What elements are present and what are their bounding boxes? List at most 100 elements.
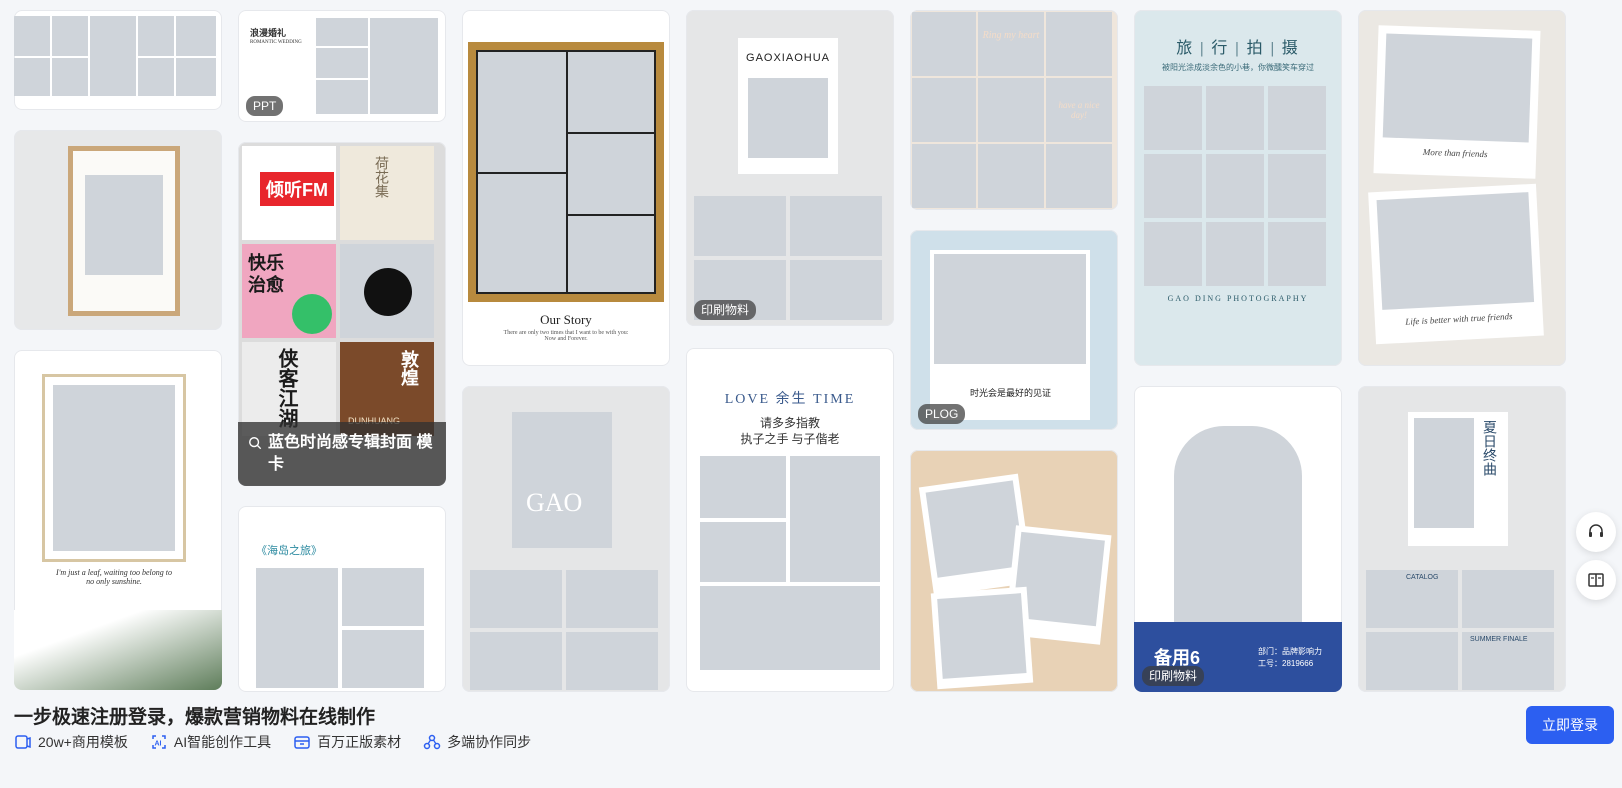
- thumbnail-image: [342, 568, 424, 626]
- grid-photo: [912, 12, 976, 76]
- dunhuang-title: 敦煌: [399, 350, 419, 386]
- polaroid-photo: [1376, 192, 1535, 310]
- model-photo: [1174, 426, 1302, 626]
- grid-photo: [1268, 222, 1326, 286]
- login-button[interactable]: 立即登录: [1526, 706, 1614, 744]
- wedding-photo: [790, 456, 880, 582]
- template-card-wedding-ppt[interactable]: 浪漫婚礼 ROMANTIC WEDDING PPT: [238, 10, 446, 122]
- picture-frame: [42, 374, 186, 562]
- template-card-ring-my-heart[interactable]: Ring my heart have a nice day!: [910, 10, 1118, 210]
- template-icon: [15, 735, 31, 749]
- magazine-cover: GAO: [512, 412, 612, 548]
- vinyl-record: [364, 268, 412, 316]
- thumbnail-image: [90, 16, 136, 96]
- template-card-gaoxiaohua[interactable]: GAOXIAOHUA 印刷物料: [686, 10, 894, 326]
- instagram-frame: 时光会是最好的见证: [930, 250, 1090, 420]
- gaoxiaohua-title: GAOXIAOHUA: [746, 52, 830, 64]
- search-icon: [249, 437, 262, 450]
- grid-text-tile: [978, 144, 1044, 208]
- template-card-island-trip[interactable]: 《海岛之旅》: [238, 506, 446, 692]
- love-time-title: LOVE 余生 TIME: [724, 392, 856, 407]
- grid-photo: [1268, 86, 1326, 150]
- feature-list: 20w+商用模板 AI AI智能创作工具 百万正版素材 多端协作同步: [14, 732, 531, 752]
- thumbnail-image: [52, 58, 88, 96]
- our-story-title: Our Story: [540, 312, 592, 327]
- magazine-page: SUMMER FINALE: [1462, 632, 1554, 690]
- guide-button[interactable]: [1576, 560, 1616, 600]
- leaf-quote: I'm just a leaf, waiting too belong to n…: [56, 568, 172, 586]
- nice-day-text: have a nice day!: [1058, 100, 1100, 120]
- fm-logo: 倾听FM: [260, 172, 334, 206]
- magazine-page: [470, 632, 562, 690]
- frame-photo: [53, 385, 175, 551]
- thumbnail-image: [316, 18, 368, 46]
- template-card-fashion-grid[interactable]: [14, 10, 222, 110]
- book-page: [790, 260, 882, 320]
- ai-icon: AI: [152, 735, 166, 749]
- template-card-frame-mockup[interactable]: [14, 130, 222, 330]
- grid-photo: [1206, 154, 1264, 218]
- book-cover: GAOXIAOHUA: [738, 38, 838, 174]
- polaroid-photo: [937, 593, 1027, 679]
- book-page: [694, 196, 786, 256]
- register-promo-bar: 一步极速注册登录，爆款营销物料在线制作 20w+商用模板 AI AI智能创作工具…: [0, 698, 1622, 788]
- wedding-subtitle: ROMANTIC WEDDING: [250, 40, 302, 45]
- template-card-travel[interactable]: 旅 | 行 | 拍 | 摄 被阳光涂成淡余色的小巷，你微醺笑车穿过 GAO DI…: [1134, 10, 1342, 366]
- template-card-friends[interactable]: More than friends Life is better with tr…: [1358, 10, 1566, 366]
- svg-text:AI: AI: [154, 741, 161, 748]
- grid-photo: [1046, 144, 1112, 208]
- picture-frame: [68, 146, 180, 316]
- plog-photo: [934, 254, 1086, 364]
- app: I'm just a leaf, waiting too belong to n…: [0, 0, 1622, 788]
- happy-title: 快乐治愈: [248, 253, 284, 295]
- polaroid-photo: [925, 480, 1025, 578]
- template-card-album-covers[interactable]: 倾听FM 荷花集 快乐治愈 侠客江湖 敦煌 DUNHUANG 蓝色时尚感专辑封面…: [238, 142, 446, 486]
- template-card-our-story[interactable]: Our Story There are only two times that …: [462, 10, 670, 366]
- frame-photo: [568, 52, 654, 132]
- template-card-plog[interactable]: 时光会是最好的见证 PLOG: [910, 230, 1118, 430]
- template-gallery: I'm just a leaf, waiting too belong to n…: [0, 0, 1622, 706]
- wedding-title: 浪漫婚礼: [250, 28, 287, 38]
- type-tag: 印刷物料: [1142, 666, 1205, 686]
- type-tag: PPT: [246, 96, 284, 116]
- wedding-photo: [700, 456, 786, 518]
- cover-lotus: 荷花集: [340, 146, 434, 240]
- cover-fm: 倾听FM: [242, 146, 336, 240]
- xia-title: 侠客江湖: [275, 348, 297, 428]
- golden-frame: [468, 42, 664, 302]
- love-line-1: 请多多指教: [759, 416, 820, 430]
- wedding-photo: [700, 586, 880, 670]
- grid-photo: [912, 144, 976, 208]
- thumbnail-image: [256, 568, 338, 688]
- template-card-summer[interactable]: 夏日终曲 CATALOG SUMMER FINALE: [1358, 386, 1566, 692]
- template-card-badge[interactable]: 备用6 部门：品牌影响力 工号：2819666 印刷物料: [1134, 386, 1342, 692]
- search-overlay[interactable]: 蓝色时尚感专辑封面 模卡: [238, 422, 446, 486]
- love-line-2: 执子之手 与子偕老: [740, 432, 840, 446]
- book-icon: [1588, 573, 1604, 587]
- thumbnail-image: [138, 16, 174, 56]
- feature-label: 百万正版素材: [317, 734, 402, 750]
- feature-item-collab: 多端协作同步: [423, 732, 531, 752]
- book-page: [790, 196, 882, 256]
- template-card-love-time[interactable]: LOVE 余生 TIME 请多多指教 执子之手 与子偕老: [686, 348, 894, 692]
- grid-text-tile: Ring my heart: [978, 12, 1044, 76]
- template-card-collage[interactable]: [910, 450, 1118, 692]
- grid-photo: [1144, 222, 1202, 286]
- island-title: 《海岛之旅》: [256, 545, 322, 557]
- template-card-gao-magazine[interactable]: GAO: [462, 386, 670, 692]
- magazine-page: [1462, 570, 1554, 628]
- thumbnail-image: [176, 58, 216, 96]
- badge-dept: 部门：品牌影响力: [1258, 647, 1322, 656]
- grid-photo: [1206, 86, 1264, 150]
- gao-title: GAO: [526, 488, 583, 517]
- template-card-leaf-portrait[interactable]: I'm just a leaf, waiting too belong to n…: [14, 350, 222, 690]
- palm-leaves: [14, 610, 222, 690]
- lotus-title: 荷花集: [373, 156, 388, 198]
- promo-headline: 一步极速注册登录，爆款营销物料在线制作: [14, 707, 376, 728]
- magazine-page: [470, 570, 562, 628]
- magazine-page: [1366, 632, 1458, 690]
- customer-service-button[interactable]: [1576, 512, 1616, 552]
- plog-caption: 时光会是最好的见证: [970, 388, 1052, 398]
- frame-photo: [568, 216, 654, 292]
- grid-text-tile: [912, 78, 976, 142]
